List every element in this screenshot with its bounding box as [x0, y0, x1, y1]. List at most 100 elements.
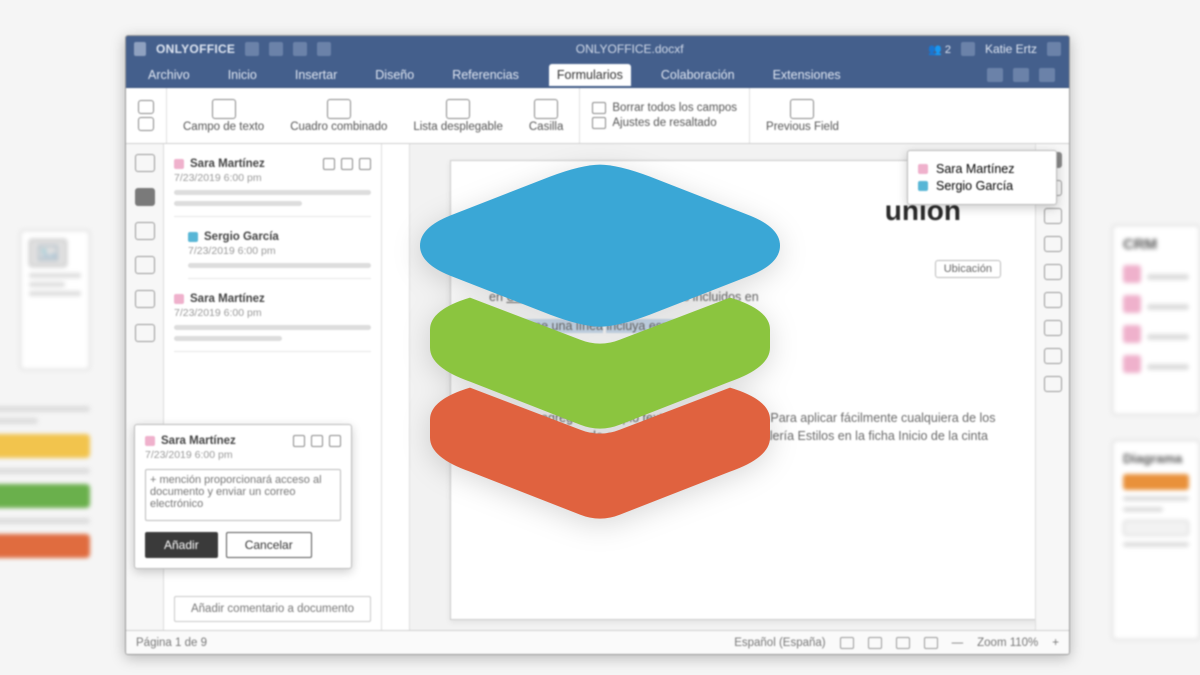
comment-timestamp: 7/23/2019 6:00 pm — [174, 172, 371, 184]
language-indicator[interactable]: Español (España) — [734, 637, 825, 649]
copy-icon[interactable] — [138, 100, 154, 114]
menu-extensiones[interactable]: Extensiones — [765, 64, 849, 86]
feedback-icon[interactable] — [135, 290, 155, 308]
dropdown-list-icon — [446, 99, 470, 119]
collaborator-name: Sara Martínez — [936, 162, 1015, 176]
location-chip[interactable]: Ubicación — [935, 260, 1001, 278]
titlebar: ONLYOFFICE ONLYOFFICE.docxf 👥 2 Katie Er… — [126, 36, 1069, 62]
add-button[interactable]: Añadir — [145, 532, 218, 558]
signature-icon[interactable] — [1044, 348, 1062, 364]
image-settings-icon[interactable] — [1044, 208, 1062, 224]
menu-diseno[interactable]: Diseño — [367, 64, 422, 86]
checkbox-icon — [534, 99, 558, 119]
avatar-icon — [1123, 355, 1141, 373]
doc-list-item[interactable]: Información — [519, 384, 1001, 399]
document-icon — [134, 42, 146, 56]
comment-author: Sara Martínez — [190, 293, 265, 305]
info-icon[interactable] — [135, 324, 155, 342]
print-icon[interactable] — [269, 42, 283, 56]
previous-field-icon — [790, 99, 814, 119]
undo-icon[interactable] — [293, 42, 307, 56]
text-art-icon[interactable] — [1044, 320, 1062, 336]
resolve-icon[interactable] — [329, 435, 341, 447]
chart-settings-icon[interactable] — [1044, 292, 1062, 308]
comment-item[interactable]: Sergio García 7/23/2019 6:00 pm — [188, 227, 371, 279]
ribbon-clear-fields[interactable]: Borrar todos los campos — [592, 102, 737, 114]
diagram-title: Diagrama — [1123, 451, 1189, 466]
menu-inicio[interactable]: Inicio — [220, 64, 265, 86]
paste-icon[interactable] — [138, 117, 154, 131]
ribbon-clear-highlight: Borrar todos los campos Ajustes de resal… — [586, 100, 743, 131]
doc-heading-2[interactable]: cación — [489, 356, 1001, 374]
bg-status-card — [0, 400, 90, 630]
bg-diagram-card: Diagrama — [1112, 440, 1200, 640]
ribbon-dropdown-list[interactable]: Lista desplegable — [403, 97, 513, 135]
doc-paragraph[interactable]: en Ubicación el fecha. no asistentes inc… — [489, 288, 1001, 307]
menu-colaboracion[interactable]: Colaboración — [653, 64, 743, 86]
bg-image-card — [20, 230, 90, 370]
highlight-icon — [592, 117, 606, 129]
presence-icon[interactable]: 👥 2 — [928, 43, 951, 56]
document-canvas[interactable]: unión orden Ubicación en Ubicación el fe… — [410, 144, 1035, 630]
placeholder-line — [29, 291, 81, 296]
collaborator-row[interactable]: Sara Martínez — [918, 162, 1046, 176]
menu-referencias[interactable]: Referencias — [444, 64, 527, 86]
users-toolbar-icon[interactable] — [987, 68, 1003, 82]
user-color-swatch — [174, 159, 184, 169]
app-window: ONLYOFFICE ONLYOFFICE.docxf 👥 2 Katie Er… — [125, 35, 1070, 655]
header-footer-icon[interactable] — [1044, 236, 1062, 252]
current-user[interactable]: Katie Ertz — [985, 42, 1037, 56]
collaborators-popup: Sara Martínez Sergio García — [907, 150, 1057, 205]
page-indicator[interactable]: Página 1 de 9 — [136, 637, 207, 649]
menu-icon[interactable] — [1047, 42, 1061, 56]
delete-icon[interactable] — [341, 158, 353, 170]
search-icon[interactable] — [135, 154, 155, 172]
comment-timestamp: 7/23/2019 6:00 pm — [145, 449, 341, 461]
form-settings-icon[interactable] — [1044, 376, 1062, 392]
ribbon-combo-box[interactable]: Cuadro combinado — [280, 97, 397, 135]
zoom-plus[interactable]: + — [1052, 637, 1059, 649]
doc-paragraph[interactable]: Necesita agregar su propio texto. Es muy… — [489, 409, 1001, 465]
comment-textarea[interactable]: + mención proporcionará acceso al docume… — [145, 469, 341, 521]
ribbon-previous-field[interactable]: Previous Field — [756, 97, 849, 135]
fit-width-icon[interactable] — [924, 637, 938, 649]
comment-item[interactable]: Sara Martínez 7/23/2019 6:00 pm — [174, 154, 371, 217]
save-icon[interactable] — [245, 42, 259, 56]
ribbon-highlight-settings[interactable]: Ajustes de resaltado — [592, 117, 737, 129]
delete-icon[interactable] — [311, 435, 323, 447]
collaborator-row[interactable]: Sergio García — [918, 179, 1046, 193]
comment-author: Sergio García — [204, 231, 279, 243]
fit-page-icon[interactable] — [896, 637, 910, 649]
redo-icon[interactable] — [317, 42, 331, 56]
navigation-icon[interactable] — [135, 256, 155, 274]
ribbon-checkbox[interactable]: Casilla — [519, 97, 574, 135]
chat-icon[interactable] — [135, 222, 155, 240]
presentation-icon[interactable] — [961, 42, 975, 56]
menu-formularios[interactable]: Formularios — [549, 64, 631, 86]
work-area: Sara Martínez Sergio García Sara Martíne… — [126, 144, 1069, 630]
panel-toolbar-icon[interactable] — [1013, 68, 1029, 82]
more-toolbar-icon[interactable] — [1039, 68, 1055, 82]
doc-paragraph[interactable]: seleccione una línea incluya espacios a … — [489, 317, 1001, 336]
document-page[interactable]: unión orden Ubicación en Ubicación el fe… — [450, 160, 1035, 620]
trackchanges-icon[interactable] — [868, 637, 882, 649]
menu-archivo[interactable]: Archivo — [140, 64, 198, 86]
edit-icon[interactable] — [323, 158, 335, 170]
comment-item[interactable]: Sara Martínez 7/23/2019 6:00 pm — [174, 289, 371, 352]
user-color-swatch — [174, 294, 184, 304]
text-field-icon — [212, 99, 236, 119]
comment-timestamp: 7/23/2019 6:00 pm — [174, 307, 371, 319]
add-document-comment-button[interactable]: Añadir comentario a documento — [174, 596, 371, 622]
comments-icon[interactable] — [135, 188, 155, 206]
cancel-button[interactable]: Cancelar — [226, 532, 312, 558]
ribbon-paste-group[interactable] — [132, 98, 160, 133]
edit-icon[interactable] — [293, 435, 305, 447]
resolve-icon[interactable] — [359, 158, 371, 170]
comment-author: Sara Martínez — [161, 435, 236, 447]
zoom-indicator[interactable]: Zoom 110% — [977, 637, 1038, 649]
zoom-minus[interactable]: — — [952, 637, 964, 649]
ribbon-text-field[interactable]: Campo de texto — [173, 97, 274, 135]
spellcheck-icon[interactable] — [840, 637, 854, 649]
shape-settings-icon[interactable] — [1044, 264, 1062, 280]
menu-insertar[interactable]: Insertar — [287, 64, 345, 86]
